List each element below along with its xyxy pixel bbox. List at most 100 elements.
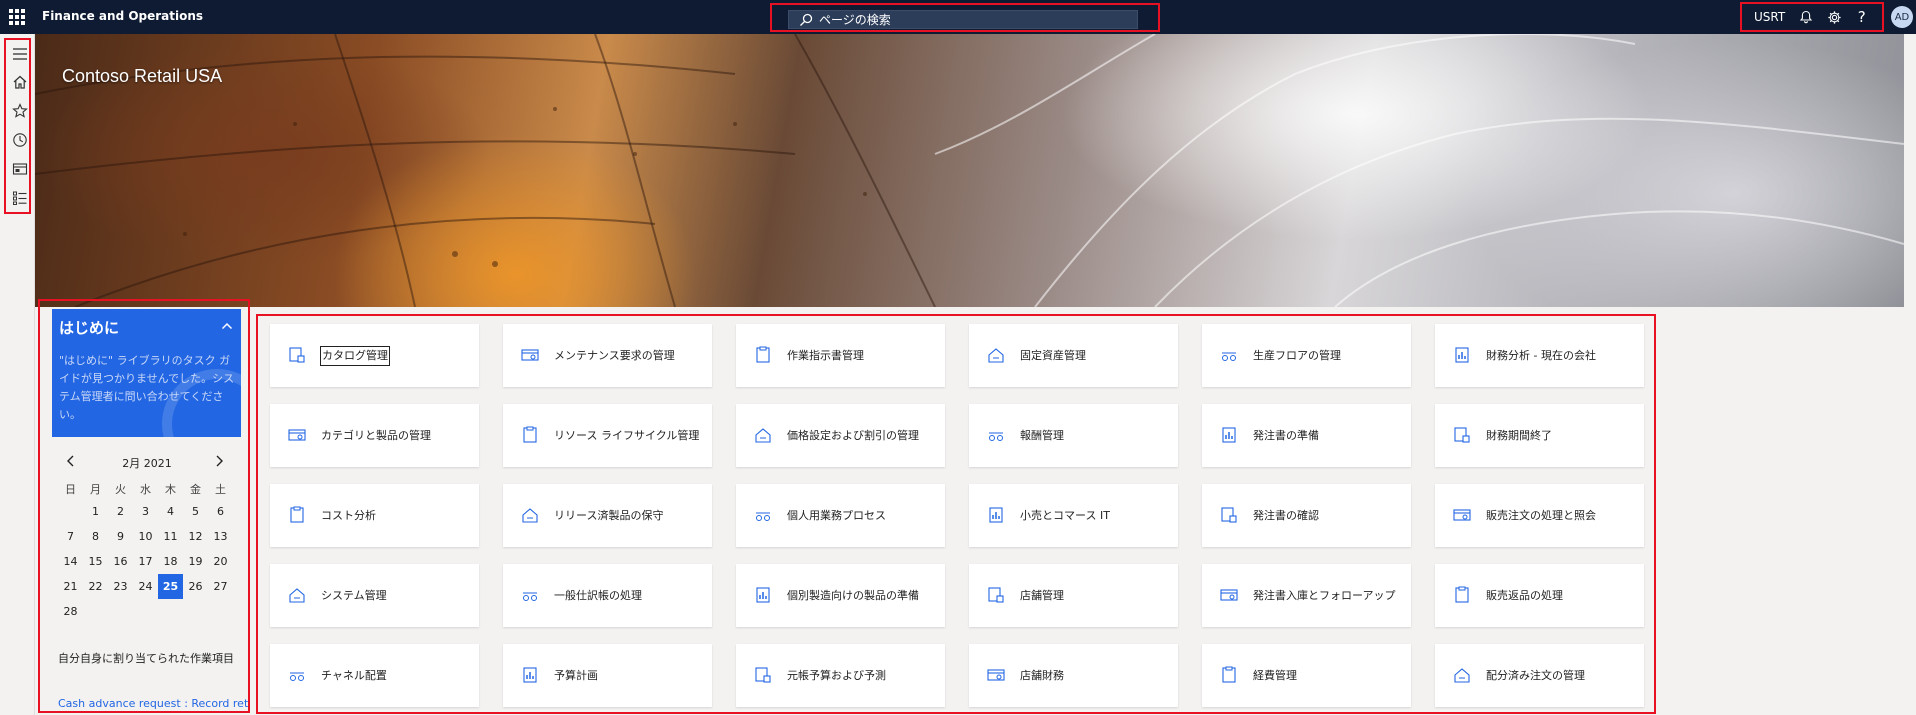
app-launcher-icon[interactable] bbox=[9, 9, 25, 25]
workspace-tile[interactable]: 店舗管理 bbox=[969, 564, 1178, 627]
workspace-tile[interactable]: 固定資産管理 bbox=[969, 324, 1178, 387]
workspace-tile-icon bbox=[289, 347, 305, 363]
calendar-day-today[interactable]: 25 bbox=[158, 574, 183, 599]
workspace-tile-text: 予算計画 bbox=[554, 668, 598, 682]
calendar-day[interactable]: 6 bbox=[208, 499, 233, 524]
calendar-day[interactable]: 10 bbox=[133, 524, 158, 549]
workspace-tile[interactable]: 小売とコマース IT bbox=[969, 484, 1178, 547]
workspace-tile[interactable]: コスト分析 bbox=[270, 484, 479, 547]
workspace-tile[interactable]: 価格設定および割引の管理 bbox=[736, 404, 945, 467]
avatar[interactable]: AD bbox=[1891, 6, 1913, 28]
workspace-tile[interactable]: 個人用業務プロセス bbox=[736, 484, 945, 547]
workspace-tile-label: カテゴリと製品の管理 bbox=[321, 404, 471, 467]
calendar-day[interactable]: 7 bbox=[58, 524, 83, 549]
recent-clock-icon[interactable] bbox=[12, 132, 28, 148]
home-icon[interactable] bbox=[12, 74, 28, 90]
workspace-tile[interactable]: 発注書の準備 bbox=[1202, 404, 1411, 467]
workspaces-icon[interactable] bbox=[12, 161, 28, 177]
company-picker[interactable]: USRT bbox=[1754, 10, 1785, 24]
calendar-day[interactable]: 1 bbox=[83, 499, 108, 524]
calendar-day[interactable]: 8 bbox=[83, 524, 108, 549]
page-scrollbar[interactable] bbox=[1904, 34, 1916, 715]
calendar-day[interactable]: 16 bbox=[108, 549, 133, 574]
app-title[interactable]: Finance and Operations bbox=[42, 9, 203, 23]
workspace-tile-icon bbox=[1222, 427, 1236, 443]
workspace-tile[interactable]: 発注書の確認 bbox=[1202, 484, 1411, 547]
collapse-chevron-icon[interactable] bbox=[220, 319, 234, 333]
help-icon[interactable]: ? bbox=[1855, 7, 1869, 27]
workspace-tile-text: 経費管理 bbox=[1253, 668, 1297, 682]
calendar-day[interactable]: 2 bbox=[108, 499, 133, 524]
calendar-day[interactable]: 14 bbox=[58, 549, 83, 574]
calendar-day[interactable]: 5 bbox=[183, 499, 208, 524]
settings-gear-icon[interactable] bbox=[1827, 7, 1842, 27]
workspace-tile-icon bbox=[755, 667, 771, 683]
calendar-day[interactable]: 27 bbox=[208, 574, 233, 599]
workspace-tile-label: 販売注文の処理と照会 bbox=[1486, 484, 1636, 547]
workspace-tile[interactable]: 一般仕訳帳の処理 bbox=[503, 564, 712, 627]
workspace-tile[interactable]: チャネル配置 bbox=[270, 644, 479, 707]
calendar-day[interactable]: 23 bbox=[108, 574, 133, 599]
calendar-day[interactable]: 4 bbox=[158, 499, 183, 524]
workspace-tile[interactable]: 配分済み注文の管理 bbox=[1435, 644, 1644, 707]
calendar-day[interactable]: 9 bbox=[108, 524, 133, 549]
workspace-tile-label: 個別製造向けの製品の準備 bbox=[787, 564, 937, 627]
workspace-tile[interactable]: 元帳予算および予測 bbox=[736, 644, 945, 707]
workspace-tile-label: 発注書入庫とフォローアップ bbox=[1253, 564, 1403, 627]
calendar-day[interactable]: 19 bbox=[183, 549, 208, 574]
assigned-work-item-link[interactable]: Cash advance request : Record ret... bbox=[58, 697, 248, 710]
search-input[interactable] bbox=[819, 11, 1119, 28]
workspace-tile-text: 財務分析 - 現在の会社 bbox=[1486, 348, 1596, 362]
workspace-tile[interactable]: 作業指示書管理 bbox=[736, 324, 945, 387]
workspace-tile[interactable]: 経費管理 bbox=[1202, 644, 1411, 707]
workspace-tile-label: チャネル配置 bbox=[321, 644, 471, 707]
workspace-tile[interactable]: 販売返品の処理 bbox=[1435, 564, 1644, 627]
calendar-day[interactable]: 11 bbox=[158, 524, 183, 549]
workspace-tile[interactable]: 販売注文の処理と照会 bbox=[1435, 484, 1644, 547]
workspace-tile[interactable]: リリース済製品の保守 bbox=[503, 484, 712, 547]
calendar-day[interactable]: 20 bbox=[208, 549, 233, 574]
calendar-day[interactable]: 13 bbox=[208, 524, 233, 549]
workspace-tile[interactable]: 予算計画 bbox=[503, 644, 712, 707]
workspace-tile[interactable]: カテゴリと製品の管理 bbox=[270, 404, 479, 467]
workspace-tile[interactable]: 発注書入庫とフォローアップ bbox=[1202, 564, 1411, 627]
workspace-tile-text: メンテナンス要求の管理 bbox=[554, 348, 675, 362]
calendar-day[interactable]: 21 bbox=[58, 574, 83, 599]
workspace-tile[interactable]: 報酬管理 bbox=[969, 404, 1178, 467]
workspace-tile[interactable]: 財務分析 - 現在の会社 bbox=[1435, 324, 1644, 387]
calendar-day[interactable]: 15 bbox=[83, 549, 108, 574]
workspace-tile[interactable]: 生産フロアの管理 bbox=[1202, 324, 1411, 387]
search-box[interactable] bbox=[788, 10, 1138, 29]
workspace-tile[interactable]: メンテナンス要求の管理 bbox=[503, 324, 712, 387]
calendar-day[interactable]: 18 bbox=[158, 549, 183, 574]
notification-bell-icon[interactable] bbox=[1799, 7, 1813, 27]
calendar-day[interactable]: 28 bbox=[58, 599, 83, 624]
modules-list-icon[interactable] bbox=[12, 190, 28, 206]
previous-month-icon[interactable] bbox=[64, 454, 78, 468]
workspace-tile-icon bbox=[1222, 352, 1236, 361]
workspace-tile-icon bbox=[1455, 347, 1469, 363]
next-month-icon[interactable] bbox=[212, 454, 226, 468]
workspace-tile[interactable]: 店舗財務 bbox=[969, 644, 1178, 707]
calendar-day[interactable]: 3 bbox=[133, 499, 158, 524]
workspace-tile[interactable]: システム管理 bbox=[270, 564, 479, 627]
workspace-tile[interactable]: 財務期間終了 bbox=[1435, 404, 1644, 467]
calendar-day[interactable]: 17 bbox=[133, 549, 158, 574]
favorites-star-icon[interactable] bbox=[12, 103, 28, 119]
workspace-tile-icon bbox=[1454, 668, 1470, 683]
workspace-tile-label: リソース ライフサイクル管理 bbox=[554, 404, 704, 467]
hamburger-menu-icon[interactable] bbox=[12, 46, 28, 62]
workspace-tile[interactable]: リソース ライフサイクル管理 bbox=[503, 404, 712, 467]
header-tools: USRT ? bbox=[1740, 2, 1884, 32]
workspace-tile-label: カタログ管理 bbox=[320, 324, 471, 387]
calendar-day[interactable]: 12 bbox=[183, 524, 208, 549]
workspace-tile[interactable]: カタログ管理 bbox=[270, 324, 479, 387]
calendar-day[interactable]: 26 bbox=[183, 574, 208, 599]
workspace-tile-icon bbox=[756, 346, 770, 363]
calendar-day[interactable]: 22 bbox=[83, 574, 108, 599]
calendar-day[interactable]: 24 bbox=[133, 574, 158, 599]
calendar-empty-cell bbox=[58, 499, 83, 524]
workspace-tile[interactable]: 個別製造向けの製品の準備 bbox=[736, 564, 945, 627]
workspace-tile-label: 販売返品の処理 bbox=[1486, 564, 1636, 627]
workspace-tile-label: 生産フロアの管理 bbox=[1253, 324, 1403, 387]
